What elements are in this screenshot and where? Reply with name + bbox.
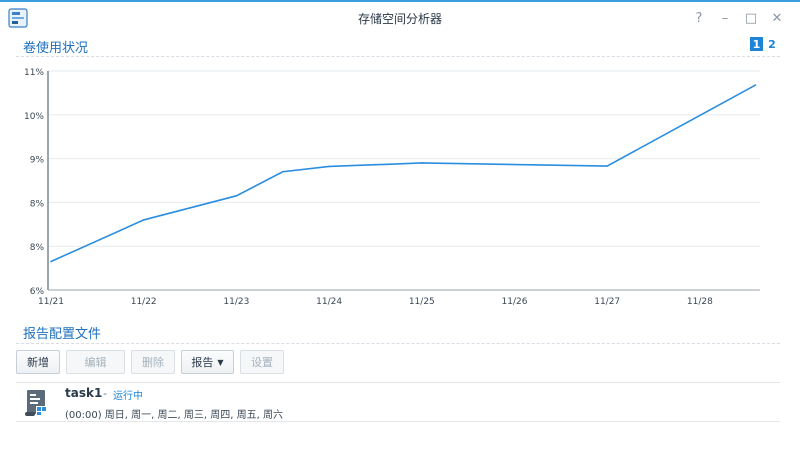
section-divider — [16, 56, 780, 57]
x-tick-label: 11/26 — [502, 297, 528, 307]
title-bar: 存储空间分析器 ? – □ ✕ — [0, 4, 800, 32]
report-profile-title: 报告配置文件 — [23, 327, 102, 342]
report-toolbar: 新增 编辑 删除 报告 ▼ 设置 — [16, 350, 284, 374]
x-tick-label: 11/27 — [594, 297, 620, 307]
y-tick-label: 9% — [30, 156, 45, 166]
new-button[interactable]: 新增 — [16, 350, 60, 374]
page-2-button[interactable]: 2 — [766, 37, 778, 51]
storage-analyzer-window: 存储空间分析器 ? – □ ✕ 卷使用状况 1 2 6% 8% 8% 9% 10% 11%… — [0, 0, 800, 473]
task-name: task1 — [65, 386, 103, 400]
x-tick-label: 11/23 — [223, 297, 249, 307]
page-1-button[interactable]: 1 — [750, 37, 763, 51]
series-line — [50, 84, 756, 263]
volume-usage-chart: 6% 8% 8% 9% 10% 11% 11/21 11/22 11/23 11/24 11/25 1… — [24, 68, 760, 307]
maximize-icon[interactable]: □ — [742, 9, 760, 27]
data-point — [606, 165, 608, 167]
y-tick-label: 8% — [30, 199, 45, 209]
x-tick-label: 11/22 — [131, 297, 157, 307]
x-tick-label: 11/25 — [409, 297, 435, 307]
y-tick-label: 6% — [30, 287, 45, 297]
edit-button[interactable]: 编辑 — [66, 350, 125, 374]
y-tick-label: 8% — [30, 243, 45, 253]
task-schedule: (00:00) 周日, 周一, 周二, 周三, 周四, 周五, 周六 — [65, 410, 283, 421]
data-point — [235, 195, 238, 197]
minimize-icon[interactable]: – — [716, 9, 734, 27]
close-icon[interactable]: ✕ — [768, 9, 786, 27]
settings-button[interactable]: 设置 — [240, 350, 284, 374]
x-tick-label: 11/24 — [316, 297, 342, 307]
data-point — [754, 84, 757, 86]
data-point — [421, 162, 423, 164]
caret-down-icon: ▼ — [217, 357, 224, 367]
report-dropdown-button[interactable]: 报告 ▼ — [181, 350, 234, 374]
help-icon[interactable]: ? — [690, 9, 708, 27]
y-tick-label: 10% — [24, 112, 44, 122]
x-tick-label: 11/28 — [687, 297, 713, 307]
data-point — [328, 165, 330, 168]
task-status: 运行中 — [113, 391, 143, 402]
task-separator: - — [103, 387, 107, 400]
task-list-item[interactable]: task1 - 运行中 (00:00) 周日, 周一, 周二, 周三, 周四, … — [16, 382, 780, 422]
x-tick-label: 11/21 — [38, 297, 64, 307]
data-point — [50, 260, 52, 263]
report-task-icon — [25, 390, 48, 416]
delete-button[interactable]: 删除 — [131, 350, 175, 374]
volume-usage-title: 卷使用状况 — [23, 41, 89, 56]
y-tick-label: 11% — [24, 68, 44, 78]
section-divider — [16, 343, 780, 344]
report-button-label: 报告 — [191, 356, 214, 369]
data-point — [281, 170, 284, 173]
data-point — [142, 219, 145, 221]
window-title: 存储空间分析器 — [357, 12, 442, 26]
